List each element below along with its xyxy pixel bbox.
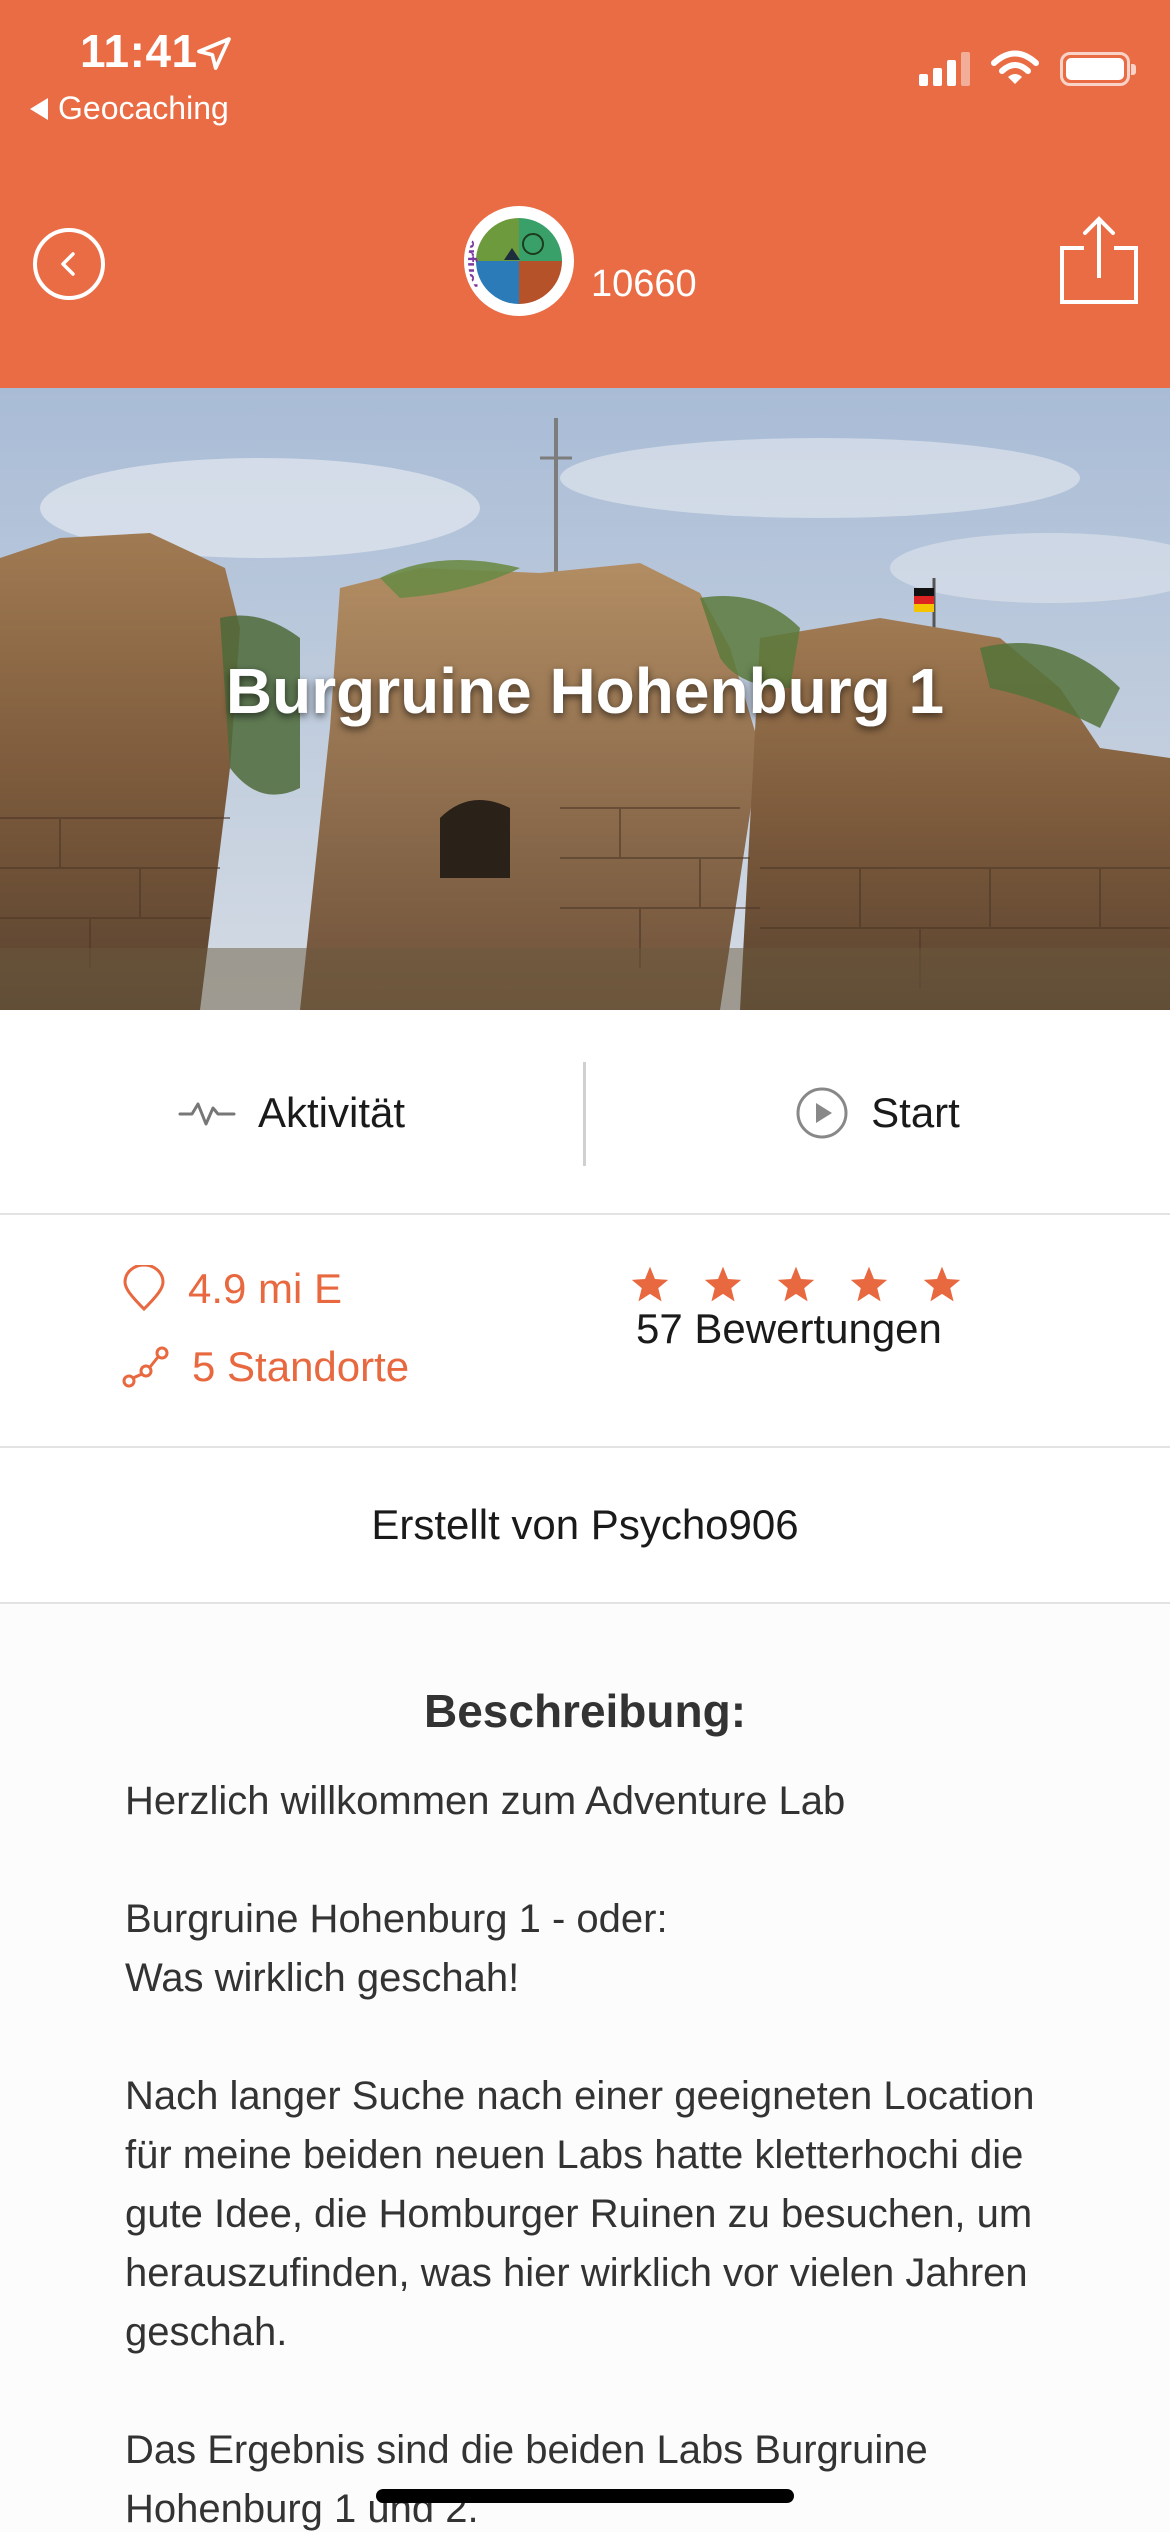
description-paragraph: Burgruine Hohenburg 1 - oder:: [125, 1897, 668, 1941]
distance-value: 4.9 mi E: [188, 1265, 343, 1312]
lab-info: 4.9 mi E 5 Standorte 57 Bewertungen: [0, 1215, 1170, 1448]
start-button[interactable]: Start: [585, 1010, 1170, 1215]
back-button[interactable]: [33, 228, 105, 300]
action-bar: Aktivität Start: [0, 1010, 1170, 1215]
wifi-icon: [991, 50, 1039, 84]
description-heading: Beschreibung:: [423, 1685, 747, 1737]
chevron-left-icon: [61, 252, 75, 276]
locations-value: 5 Standorte: [192, 1343, 410, 1390]
description-body: Herzlich willkommen zum Adventure Lab Bu…: [125, 1772, 1055, 2532]
status-time: 11:41: [80, 25, 198, 77]
map-pin-icon: [123, 1265, 165, 1312]
route-icon: [122, 1346, 169, 1388]
reviews-count[interactable]: 57 Bewertungen: [636, 1305, 942, 1353]
home-indicator[interactable]: [376, 2489, 794, 2503]
lab-title: Burgruine Hohenburg 1: [225, 655, 945, 727]
author-row[interactable]: Erstellt von Psycho906: [0, 1448, 1170, 1604]
star-icon: [704, 1266, 742, 1302]
share-icon[interactable]: [1058, 216, 1140, 306]
activity-pulse-icon: [178, 1102, 236, 1125]
description-paragraph: Was wirklich geschah!: [125, 1956, 520, 2000]
back-to-app-link[interactable]: Geocaching: [30, 90, 229, 127]
star-icon: [631, 1266, 669, 1302]
location-arrow-icon: [197, 37, 231, 70]
distance-info: 4.9 mi E: [122, 1265, 342, 1313]
cellular-signal-icon: [919, 52, 970, 86]
play-circle-icon: [796, 1087, 848, 1138]
activity-label: Aktivität: [257, 1088, 406, 1136]
locations-info: 5 Standorte: [122, 1343, 409, 1391]
start-label: Start: [871, 1088, 960, 1136]
description-paragraph: Herzlich willkommen zum Adventure Lab: [125, 1779, 846, 1823]
author-label: Erstellt von Psycho906: [371, 1501, 799, 1548]
avatar-label: narfuchs: [464, 228, 480, 305]
description-section: Beschreibung: Herzlich willkommen zum Ad…: [0, 1604, 1170, 2532]
back-app-label: Geocaching: [58, 90, 229, 126]
star-icon: [923, 1266, 961, 1302]
battery-icon: [1060, 52, 1136, 86]
owner-avatar[interactable]: narfuchs: [464, 206, 574, 316]
avatar-graphic: [504, 233, 544, 260]
star-icon: [850, 1266, 888, 1302]
back-triangle-icon: [30, 97, 48, 120]
activity-button[interactable]: Aktivität: [0, 1010, 583, 1215]
description-paragraph: Das Ergebnis sind die beiden Labs Burgru…: [125, 2428, 928, 2531]
rating-stars: [630, 1265, 962, 1303]
user-points: 10660: [591, 263, 697, 305]
status-indicators: [919, 50, 1136, 88]
description-paragraph: Nach langer Suche nach einer geeigneten …: [125, 2074, 1035, 2354]
hero-image: Burgruine Hohenburg 1: [0, 388, 1170, 1010]
app-header: 11:41 Geocaching narfuchs 10660: [0, 0, 1170, 388]
star-icon: [777, 1266, 815, 1302]
